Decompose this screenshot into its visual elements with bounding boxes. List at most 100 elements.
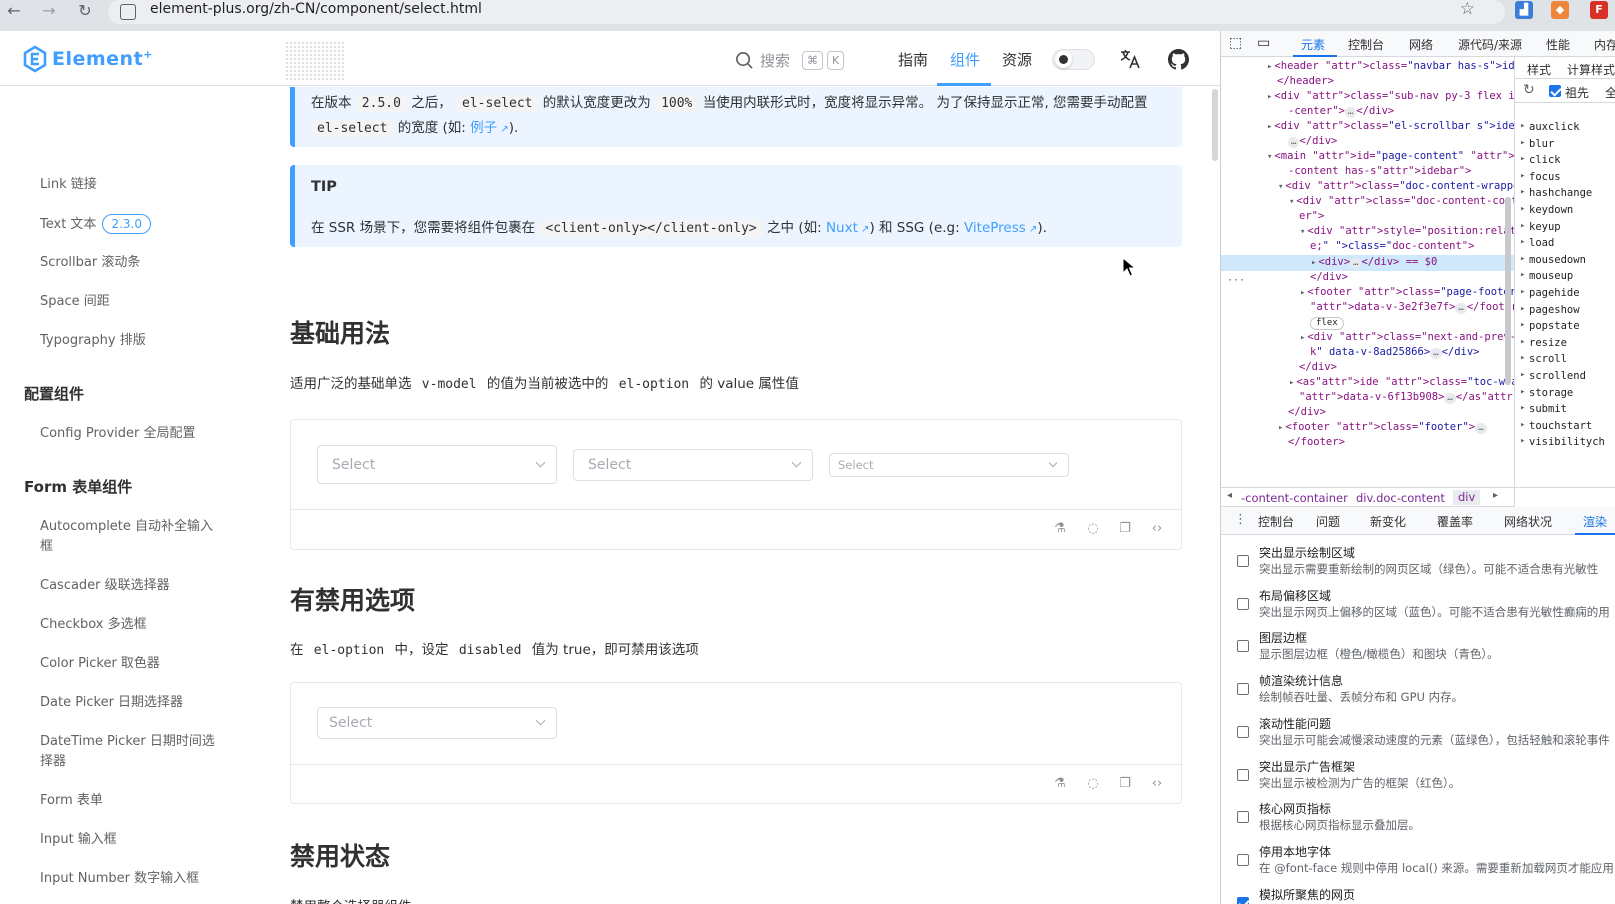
sidebar-item-autocomplete[interactable]: Autocomplete 自动补全输入框 <box>40 517 215 557</box>
event-listener-item[interactable]: focus <box>1520 171 1560 183</box>
event-listener-item[interactable]: popstate <box>1520 320 1580 332</box>
extension-f-icon[interactable]: F <box>1590 1 1608 19</box>
rendering-option-title[interactable]: 停用本地字体 <box>1259 843 1331 860</box>
drawer-tab-network-conditions[interactable]: 网络状况 <box>1504 513 1552 530</box>
select-disabled-option[interactable]: Select <box>317 707 557 739</box>
dom-node[interactable]: flex <box>1310 315 1344 330</box>
sidebar-item-config-provider[interactable]: Config Provider 全局配置 <box>40 424 215 444</box>
crumb-content-container[interactable]: -content-container <box>1241 491 1348 505</box>
dom-node[interactable]: </div> <box>1310 270 1348 285</box>
subtab-styles[interactable]: 样式 <box>1527 61 1551 78</box>
event-listener-item[interactable]: storage <box>1520 387 1573 399</box>
playground-flask-icon[interactable]: ⚗ <box>1053 522 1067 536</box>
tab-performance[interactable]: 性能 <box>1546 36 1570 53</box>
address-bar[interactable]: element-plus.org/zh-CN/component/select.… <box>108 0 1505 24</box>
tab-console[interactable]: 控制台 <box>1348 36 1384 53</box>
element-plus-logo[interactable]: Element+ <box>22 44 153 74</box>
rendering-option-checkbox[interactable] <box>1237 768 1249 781</box>
github-edit-icon[interactable]: ◌ <box>1086 522 1100 536</box>
vitepress-link[interactable]: VitePress <box>964 220 1026 236</box>
nuxt-link[interactable]: Nuxt <box>826 220 858 236</box>
sidebar-item-date-picker[interactable]: Date Picker 日期选择器 <box>40 693 215 713</box>
page-scrollbar[interactable] <box>1208 87 1220 904</box>
event-listener-item[interactable]: keydown <box>1520 204 1573 216</box>
nav-components[interactable]: 组件 <box>950 49 980 70</box>
copy-icon[interactable]: ❐ <box>1118 777 1132 791</box>
dom-node[interactable]: -content has-s"attr">idebar"> <box>1288 164 1471 179</box>
event-listener-item[interactable]: click <box>1520 154 1560 166</box>
view-source-icon[interactable]: ‹› <box>1150 522 1164 536</box>
event-listener-item[interactable]: scrollend <box>1520 370 1586 382</box>
node-ellipsis-icon[interactable]: ··· <box>1227 275 1245 286</box>
rendering-option-checkbox[interactable] <box>1237 853 1249 866</box>
dom-node[interactable]: </footer> <box>1288 435 1345 450</box>
event-listener-item[interactable]: keyup <box>1520 221 1560 233</box>
rendering-option-checkbox[interactable] <box>1237 640 1249 653</box>
dom-node[interactable]: ▾<div "attr">class="doc-content-contain <box>1289 194 1514 210</box>
nav-resources[interactable]: 资源 <box>1002 49 1032 70</box>
drawer-tab-rendering[interactable]: 渲染 <box>1583 513 1607 530</box>
rendering-option-title[interactable]: 滚动性能问题 <box>1259 715 1331 732</box>
rendering-option-checkbox[interactable] <box>1237 683 1249 696</box>
breadcrumb-left-arrow-icon[interactable]: ◂ <box>1227 490 1232 501</box>
event-listener-item[interactable]: pagehide <box>1520 287 1580 299</box>
rendering-option-title[interactable]: 帧渲染统计信息 <box>1259 672 1343 689</box>
dom-node[interactable]: </div> <box>1288 405 1326 420</box>
dom-node[interactable]: k" data-v-8ad25866>… </div> <box>1310 345 1480 360</box>
sidebar-item-scrollbar[interactable]: Scrollbar 滚动条 <box>40 253 215 273</box>
drawer-tab-issues[interactable]: 问题 <box>1316 513 1340 530</box>
sidebar-item-typography[interactable]: Typography 排版 <box>40 331 215 351</box>
select-small[interactable]: Select <box>829 453 1069 477</box>
dom-node[interactable]: </header> <box>1277 74 1334 89</box>
rendering-option-title[interactable]: 布局偏移区域 <box>1259 587 1331 604</box>
tab-memory[interactable]: 内存 <box>1594 36 1615 53</box>
drawer-tab-coverage[interactable]: 覆盖率 <box>1437 513 1473 530</box>
dom-node[interactable]: ▾<main "attr">id="page-content" "attr">c… <box>1267 149 1514 165</box>
crumb-doc-content[interactable]: div.doc-content <box>1356 491 1445 505</box>
sidebar-item-checkbox[interactable]: Checkbox 多选框 <box>40 615 215 635</box>
event-listener-item[interactable]: resize <box>1520 337 1567 349</box>
select-default[interactable]: Select <box>317 445 557 484</box>
dom-tree-scrollbar[interactable] <box>1505 197 1511 385</box>
rendering-option-checkbox[interactable] <box>1237 725 1249 738</box>
event-listener-item[interactable]: touchstart <box>1520 420 1592 432</box>
nav-guide[interactable]: 指南 <box>898 49 928 70</box>
playground-flask-icon[interactable]: ⚗ <box>1053 777 1067 791</box>
dom-node[interactable]: … </div> <box>1288 134 1337 149</box>
example-link[interactable]: 例子 <box>470 120 497 136</box>
tab-network[interactable]: 网络 <box>1409 36 1433 53</box>
dom-node[interactable]: "attr">data-v-3e2f3e7f>…</footer> <box>1310 300 1514 315</box>
sidebar-item-link[interactable]: Link 链接 <box>40 175 215 195</box>
event-listener-item[interactable]: scroll <box>1520 353 1567 365</box>
sidebar-item-input[interactable]: Input 输入框 <box>40 830 215 850</box>
event-listener-item[interactable]: mouseup <box>1520 270 1573 282</box>
rendering-option-title[interactable]: 模拟所聚焦的网页 <box>1259 886 1355 903</box>
tab-sources[interactable]: 源代码/来源 <box>1458 36 1522 53</box>
dom-node[interactable]: ▸<header "attr">class="navbar has-s">ide… <box>1267 59 1514 75</box>
dom-node[interactable]: ▾ <div "attr">style="position:relativ <box>1300 224 1514 240</box>
rendering-option-checkbox[interactable] <box>1237 896 1249 904</box>
view-source-icon[interactable]: ‹› <box>1150 777 1164 791</box>
event-listener-item[interactable]: mousedown <box>1520 254 1586 266</box>
dom-node[interactable]: e;" ">class="doc-content"> <box>1310 239 1474 254</box>
rendering-option-title[interactable]: 图层边框 <box>1259 629 1307 646</box>
drawer-tab-whats-new[interactable]: 新变化 <box>1370 513 1406 530</box>
rendering-option-checkbox[interactable] <box>1237 811 1249 824</box>
sidebar-item-cascader[interactable]: Cascader 级联选择器 <box>40 576 215 596</box>
event-listener-item[interactable]: visibilitych <box>1520 436 1605 448</box>
event-listener-item[interactable]: load <box>1520 237 1554 249</box>
dom-node[interactable]: ▸<div "attr">class="el-scrollbar s">ideb… <box>1267 119 1514 135</box>
copy-icon[interactable]: ❐ <box>1118 522 1132 536</box>
forward-arrow-icon[interactable]: → <box>38 1 60 23</box>
sidebar-item-color-picker[interactable]: Color Picker 取色器 <box>40 654 215 674</box>
event-listener-item[interactable]: submit <box>1520 403 1567 415</box>
inspect-element-icon[interactable]: ⬚ <box>1229 35 1242 51</box>
device-toolbar-icon[interactable]: ▭ <box>1257 35 1270 51</box>
dom-node[interactable]: ▾<div "attr">class="doc-content-wrapper"… <box>1278 179 1514 195</box>
bookmark-star-icon[interactable]: ☆ <box>1460 0 1475 18</box>
sidebar-item-input-number[interactable]: Input Number 数字输入框 <box>40 869 215 889</box>
search-button[interactable]: 搜索 ⌘ K <box>735 48 845 72</box>
rendering-option-title[interactable]: 突出显示广告框架 <box>1259 758 1355 775</box>
github-icon[interactable] <box>1168 49 1189 70</box>
subtab-computed[interactable]: 计算样式 <box>1567 61 1615 78</box>
